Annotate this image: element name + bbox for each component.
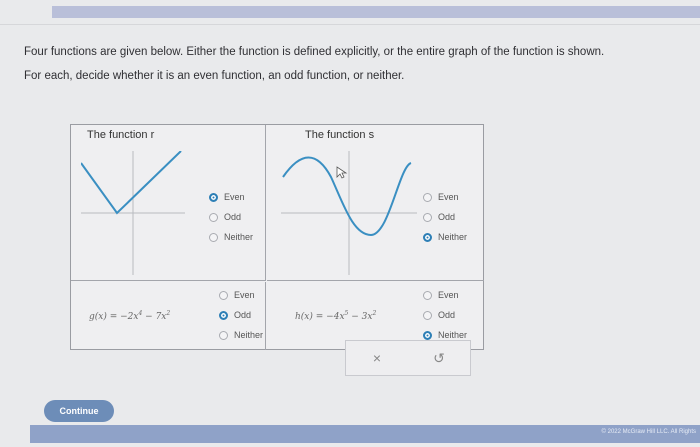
options-h: Even Odd Neither (423, 285, 467, 345)
option-s-odd[interactable]: Odd (423, 207, 467, 227)
option-label: Odd (438, 310, 456, 320)
option-label: Even (438, 290, 459, 300)
radio-button[interactable] (423, 212, 432, 222)
copyright-text: © 2022 McGraw Hill LLC. All Rights (601, 429, 696, 435)
formula-name: g(x) (89, 312, 107, 322)
radio-button[interactable] (219, 310, 228, 320)
formula-term: = −2x (109, 312, 139, 322)
formula-term: − 7x (142, 312, 167, 322)
option-label: Odd (224, 212, 242, 222)
option-r-even[interactable]: Even (209, 187, 253, 207)
radio-button[interactable] (209, 212, 218, 222)
option-g-odd[interactable]: Odd (219, 305, 263, 325)
option-s-neither[interactable]: Neither (423, 227, 467, 247)
radio-button[interactable] (219, 330, 228, 340)
radio-button[interactable] (423, 232, 432, 242)
graph-r (81, 151, 185, 275)
divider (0, 24, 700, 25)
undo-button[interactable]: ↺ (408, 341, 470, 375)
panel-function-s: The function s Even Odd Neither (267, 125, 484, 281)
exponent: 2 (372, 310, 377, 317)
options-g: Even Odd Neither (219, 285, 263, 345)
option-r-odd[interactable]: Odd (209, 207, 253, 227)
answer-actions: × ↺ (345, 340, 471, 376)
instructions-line-1: Four functions are given below. Either t… (24, 46, 605, 58)
option-label: Odd (234, 310, 252, 320)
graph-s (281, 151, 417, 275)
option-label: Neither (224, 232, 254, 242)
option-h-even[interactable]: Even (423, 285, 467, 305)
cursor-icon (336, 166, 348, 179)
radio-button[interactable] (423, 290, 432, 300)
panel-title-r: The function r (87, 129, 155, 141)
option-label: Odd (438, 212, 456, 222)
option-label: Neither (438, 330, 468, 340)
options-s: Even Odd Neither (423, 187, 467, 247)
option-label: Neither (438, 232, 468, 242)
option-g-even[interactable]: Even (219, 285, 263, 305)
formula-g: g(x) = −2x4 − 7x2 (89, 310, 170, 322)
top-progress-bar (52, 6, 700, 18)
close-icon: × (372, 350, 382, 366)
options-r: Even Odd Neither (209, 187, 253, 247)
radio-button[interactable] (209, 192, 218, 202)
option-r-neither[interactable]: Neither (209, 227, 253, 247)
exponent: 2 (166, 310, 171, 317)
panel-function-r: The function r Even Odd Neither (71, 125, 266, 281)
formula-term: − 3x (348, 312, 373, 322)
option-label: Even (438, 192, 459, 202)
formula-term: = −4x (315, 312, 345, 322)
radio-button[interactable] (423, 310, 432, 320)
undo-icon: ↺ (433, 349, 445, 366)
radio-button[interactable] (423, 330, 432, 340)
radio-button[interactable] (209, 232, 218, 242)
instructions: Four functions are given below. Either t… (24, 40, 684, 88)
option-h-odd[interactable]: Odd (423, 305, 467, 325)
panel-function-g: g(x) = −2x4 − 7x2 Even Odd Neither (71, 282, 266, 350)
option-label: Even (224, 192, 245, 202)
option-g-neither[interactable]: Neither (219, 325, 263, 345)
radio-button[interactable] (219, 290, 228, 300)
graph-r-curve (81, 151, 182, 215)
option-label: Neither (234, 330, 264, 340)
option-label: Even (234, 290, 255, 300)
clear-button[interactable]: × (346, 341, 408, 375)
option-s-even[interactable]: Even (423, 187, 467, 207)
formula-name: h(x) (295, 312, 313, 322)
instructions-line-2: For each, decide whether it is an even f… (24, 70, 405, 82)
radio-button[interactable] (423, 192, 432, 202)
panel-title-s: The function s (305, 129, 375, 141)
continue-button[interactable]: Continue (44, 400, 114, 422)
graph-s-curve (282, 156, 412, 237)
footer-bar: © 2022 McGraw Hill LLC. All Rights (30, 425, 700, 443)
function-grid: The function r Even Odd Neither The func… (70, 124, 484, 350)
formula-h: h(x) = −4x5 − 3x2 (295, 310, 376, 322)
